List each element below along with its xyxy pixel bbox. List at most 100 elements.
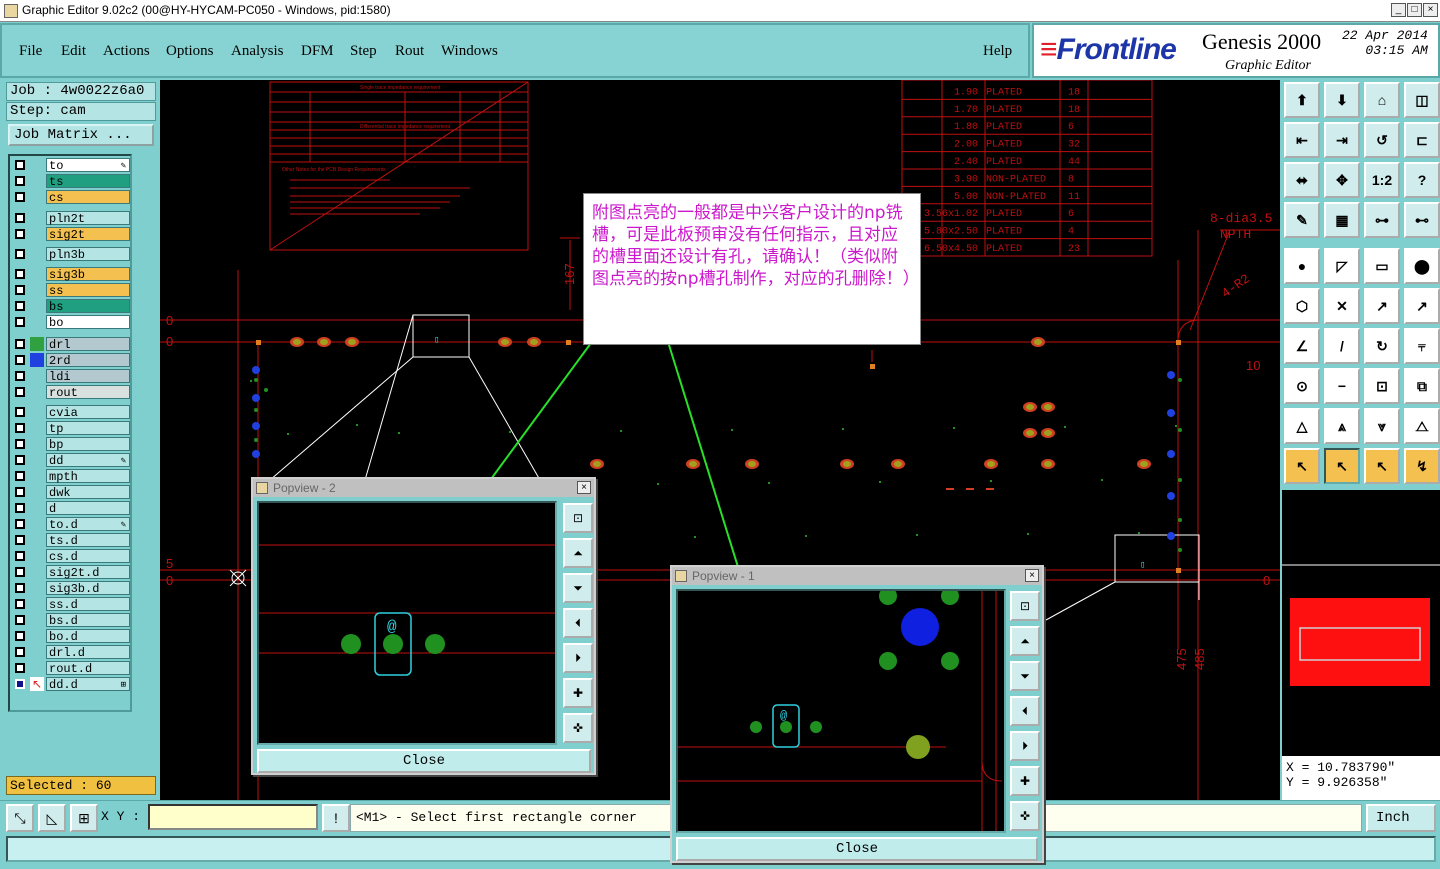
connect-a-button[interactable]: ⊶ <box>1364 202 1400 238</box>
triangle-d-button[interactable]: ⧍ <box>1404 408 1440 444</box>
connect-b-button[interactable]: ⊷ <box>1404 202 1440 238</box>
layer-name[interactable]: sig2t <box>46 227 130 242</box>
job-matrix-button[interactable]: Job Matrix ... <box>8 124 154 146</box>
popview-pan-right-button[interactable]: ⏵ <box>563 643 593 673</box>
layer-row[interactable]: ↖ dd.d ⊞ <box>12 677 130 692</box>
layer-checkbox[interactable] <box>15 317 25 327</box>
popview-pan-left-button[interactable]: ⏴ <box>563 608 593 638</box>
layer-checkbox[interactable] <box>15 647 25 657</box>
layer-checkbox[interactable] <box>15 371 25 381</box>
command-history-button[interactable]: ! <box>322 804 350 832</box>
zoom-box-button[interactable]: ⊡ <box>1364 368 1400 404</box>
popview-1-title-bar[interactable]: Popview - 1 × <box>672 567 1042 585</box>
ruler-button[interactable]: ▭ <box>1364 248 1400 284</box>
popview-2-window[interactable]: Popview - 2 × @ ⊡ ⏶ ⏷ ⏴ ⏵ ✚ ✜ Close <box>251 477 596 775</box>
layer-row[interactable]: ss.d <box>12 597 130 612</box>
triangle-c-button[interactable]: ⩔ <box>1364 408 1400 444</box>
layer-row[interactable]: sig2t <box>12 227 130 242</box>
layer-checkbox[interactable] <box>15 355 25 365</box>
layer-name[interactable]: pln3b <box>46 247 130 262</box>
layer-name[interactable]: bp <box>46 437 130 452</box>
layer-row[interactable]: dd ✎ <box>12 453 130 468</box>
route-button[interactable]: ↯ <box>1404 448 1440 484</box>
pad-button[interactable]: ● <box>1284 248 1320 284</box>
layer-checkbox[interactable] <box>15 160 25 170</box>
align-left-button[interactable]: ⇤ <box>1284 122 1320 158</box>
layer-name[interactable]: to.d ✎ <box>46 517 130 532</box>
layer-name[interactable]: sig3b <box>46 267 130 282</box>
layer-name[interactable]: drl.d <box>46 645 130 660</box>
layer-name[interactable]: cvia <box>46 405 130 420</box>
layer-checkbox[interactable] <box>15 213 25 223</box>
align-right-button[interactable]: ⇥ <box>1324 122 1360 158</box>
group-button[interactable]: ⧉ <box>1404 368 1440 404</box>
snap-node-button[interactable]: ⬡ <box>1284 288 1320 324</box>
popview-pan-right-button[interactable]: ⏵ <box>1010 731 1040 761</box>
layer-name[interactable]: ss <box>46 283 130 298</box>
pointer-button[interactable]: ↖ <box>1284 448 1320 484</box>
popview-2-canvas[interactable]: @ <box>257 501 557 745</box>
layer-name[interactable]: rout <box>46 385 130 400</box>
popview-zoom-in-button[interactable]: ✚ <box>563 678 593 708</box>
attach-button[interactable]: ✎ <box>1284 202 1320 238</box>
popview-pan-up-button[interactable]: ⏶ <box>1010 626 1040 656</box>
window-title-bar[interactable]: Graphic Editor 9.02c2 (00@HY-HYCAM-PC050… <box>0 0 1440 22</box>
layer-checkbox[interactable] <box>15 301 25 311</box>
layer-name[interactable]: ts.d <box>46 533 130 548</box>
layer-checkbox[interactable] <box>15 487 25 497</box>
popview-1-close-button[interactable]: Close <box>676 837 1038 861</box>
layer-checkbox[interactable] <box>15 176 25 186</box>
maximize-button[interactable]: □ <box>1407 3 1422 17</box>
popview-zoom-fit-button[interactable]: ⊡ <box>1010 591 1040 621</box>
layer-row[interactable]: bs <box>12 299 130 314</box>
layer-checkbox[interactable] <box>15 387 25 397</box>
layer-checkbox[interactable] <box>15 599 25 609</box>
layer-checkbox[interactable] <box>15 535 25 545</box>
layer-row[interactable]: ss <box>12 283 130 298</box>
minimize-button[interactable]: _ <box>1391 3 1406 17</box>
minimap[interactable] <box>1282 490 1440 756</box>
layer-row[interactable]: mpth <box>12 469 130 484</box>
layer-checkbox[interactable] <box>15 551 25 561</box>
layer-row[interactable]: rout <box>12 385 130 400</box>
grid-button[interactable]: ▦ <box>1324 202 1360 238</box>
cross-button[interactable]: ✕ <box>1324 288 1360 324</box>
layer-checkbox[interactable] <box>15 269 25 279</box>
pad-add-button[interactable]: ⊙ <box>1284 368 1320 404</box>
layer-row[interactable]: ts.d <box>12 533 130 548</box>
measure-button[interactable]: ◺ <box>38 804 66 832</box>
layer-name[interactable]: tp <box>46 421 130 436</box>
popview-2-close-button[interactable]: Close <box>257 749 591 773</box>
layer-checkbox[interactable] <box>15 192 25 202</box>
pointer-move-button[interactable]: ↖ <box>1364 448 1400 484</box>
line-button[interactable]: / <box>1324 328 1360 364</box>
home-button[interactable]: ⌂ <box>1364 82 1400 118</box>
move-all-button[interactable]: ✥ <box>1324 162 1360 198</box>
menu-help[interactable]: Help <box>983 43 1012 60</box>
undo-rotate-button[interactable]: ↺ <box>1364 122 1400 158</box>
layer-checkbox[interactable] <box>15 249 25 259</box>
layer-row[interactable]: to ✎ <box>12 158 130 173</box>
layer-checkbox[interactable] <box>15 615 25 625</box>
menu-step[interactable]: Step <box>350 43 377 60</box>
layer-checkbox[interactable] <box>15 583 25 593</box>
zoom-window-button[interactable]: ⤡ <box>6 804 34 832</box>
layer-checkbox[interactable] <box>15 229 25 239</box>
layer-name[interactable]: cs.d <box>46 549 130 564</box>
angle-button[interactable]: ∠ <box>1284 328 1320 364</box>
grid-button[interactable]: ⊞ <box>70 804 98 832</box>
layer-row[interactable]: sig3b <box>12 267 130 282</box>
popview-pan-left-button[interactable]: ⏴ <box>1010 696 1040 726</box>
layer-row[interactable]: cvia <box>12 405 130 420</box>
layer-row[interactable]: pln3b <box>12 247 130 262</box>
popview-zoom-out-button[interactable]: ✜ <box>563 713 593 743</box>
layer-name[interactable]: mpth <box>46 469 130 484</box>
menu-rout[interactable]: Rout <box>395 43 424 60</box>
layer-checkbox[interactable] <box>15 339 25 349</box>
layer-checkbox[interactable] <box>15 631 25 641</box>
popview-1-window[interactable]: Popview - 1 × @ ⊡ ⏶ ⏷ ⏴ ⏵ ✚ ✜ Close <box>670 565 1044 863</box>
triangle-b-button[interactable]: ⩓ <box>1324 408 1360 444</box>
move-up-button[interactable]: ⬆ <box>1284 82 1320 118</box>
layer-name[interactable]: pln2t <box>46 211 130 226</box>
layer-checkbox[interactable] <box>15 679 25 689</box>
